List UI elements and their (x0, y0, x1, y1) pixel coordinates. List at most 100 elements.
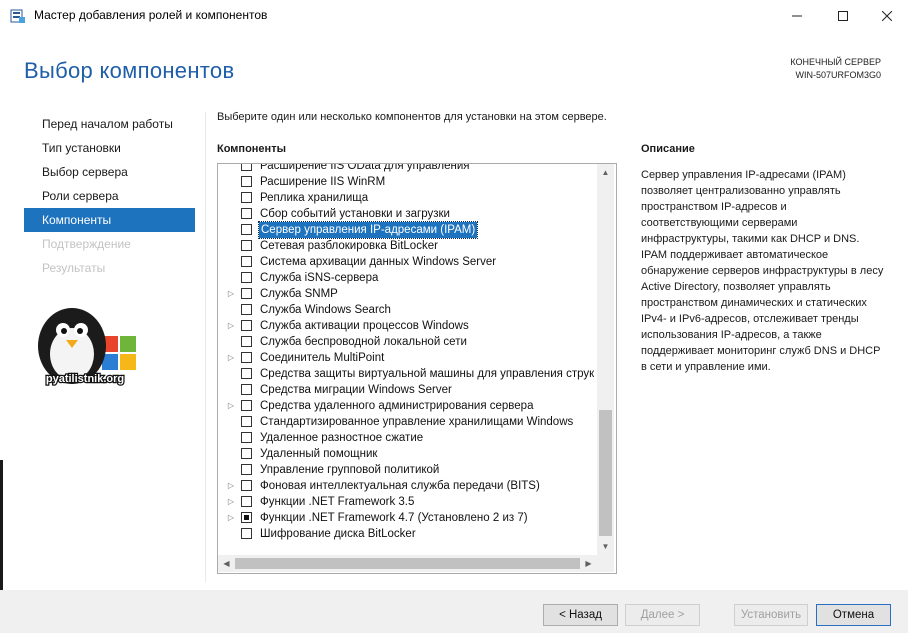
component-row[interactable]: Шифрование диска BitLocker (218, 526, 598, 542)
scroll-up-arrow-icon[interactable]: ▲ (597, 164, 614, 181)
component-row[interactable]: Удаленное разностное сжатие (218, 430, 598, 446)
component-row[interactable]: ▷ Фоновая интеллектуальная служба передач… (218, 478, 598, 494)
component-checkbox[interactable] (241, 320, 252, 331)
component-label[interactable]: Управление групповой политикой (260, 462, 439, 478)
component-label[interactable]: Система архивации данных Windows Server (260, 254, 496, 270)
component-label[interactable]: Сетевая разблокировка BitLocker (260, 238, 438, 254)
component-label[interactable]: Служба SNMP (260, 286, 338, 302)
expand-arrow-icon[interactable]: ▷ (226, 286, 236, 302)
close-button[interactable] (864, 0, 908, 32)
component-row[interactable]: Сбор событий установки и загрузки (218, 206, 598, 222)
component-label[interactable]: Функции .NET Framework 3.5 (260, 494, 414, 510)
nav-item-server-roles[interactable]: Роли сервера (24, 184, 195, 208)
nav-item-installation-type[interactable]: Тип установки (24, 136, 195, 160)
component-checkbox[interactable] (241, 384, 252, 395)
components-tree[interactable]: Расширение IIS OData для управления Расши… (217, 163, 617, 574)
component-row[interactable]: Удаленный помощник (218, 446, 598, 462)
component-checkbox[interactable] (241, 288, 252, 299)
scroll-left-arrow-icon[interactable]: ◀ (218, 555, 235, 572)
component-label[interactable]: Служба Windows Search (260, 302, 391, 318)
component-row[interactable]: Система архивации данных Windows Server (218, 254, 598, 270)
component-checkbox[interactable] (241, 432, 252, 443)
component-row[interactable]: Средства защиты виртуальной машины для у… (218, 366, 598, 382)
component-row[interactable]: Расширение IIS WinRM (218, 174, 598, 190)
component-checkbox[interactable] (241, 352, 252, 363)
component-checkbox[interactable] (241, 256, 252, 267)
component-label[interactable]: Служба iSNS-сервера (260, 270, 378, 286)
component-label[interactable]: Удаленный помощник (260, 446, 377, 462)
component-row[interactable]: ▷ Функции .NET Framework 4.7 (Установлено… (218, 510, 598, 526)
component-checkbox[interactable] (241, 336, 252, 347)
component-label[interactable]: Реплика хранилища (260, 190, 368, 206)
component-row[interactable]: ▷ Соединитель MultiPoint (218, 350, 598, 366)
next-button[interactable]: Далее > (625, 604, 700, 626)
maximize-button[interactable] (820, 0, 866, 32)
component-row[interactable]: ▷ Функции .NET Framework 3.5 (218, 494, 598, 510)
component-label[interactable]: Стандартизированное управление хранилища… (260, 414, 573, 430)
component-checkbox[interactable] (241, 272, 252, 283)
component-checkbox[interactable] (241, 208, 252, 219)
component-row[interactable]: Сетевая разблокировка BitLocker (218, 238, 598, 254)
component-checkbox[interactable] (241, 496, 252, 507)
scroll-right-arrow-icon[interactable]: ▶ (580, 555, 597, 572)
component-row[interactable]: Стандартизированное управление хранилища… (218, 414, 598, 430)
install-button[interactable]: Установить (734, 604, 808, 626)
nav-item-before-you-begin[interactable]: Перед началом работы (24, 112, 195, 136)
component-checkbox[interactable] (241, 512, 252, 523)
component-checkbox[interactable] (241, 416, 252, 427)
nav-item-server-selection[interactable]: Выбор сервера (24, 160, 195, 184)
component-checkbox[interactable] (241, 464, 252, 475)
component-row[interactable]: Сервер управления IP-адресами (IPAM) (218, 221, 598, 239)
component-checkbox[interactable] (241, 480, 252, 491)
component-row[interactable]: ▷ Средства удаленного администрирования с… (218, 398, 598, 414)
vertical-scrollbar[interactable]: ▲ ▼ (597, 164, 614, 555)
component-checkbox[interactable] (241, 400, 252, 411)
component-label[interactable]: Фоновая интеллектуальная служба передачи… (260, 478, 540, 494)
component-row[interactable]: Средства миграции Windows Server (218, 382, 598, 398)
component-label[interactable]: Расширение IIS WinRM (260, 174, 385, 190)
horizontal-scrollbar[interactable]: ◀ ▶ (218, 555, 597, 572)
component-label[interactable]: Служба беспроводной локальной сети (260, 334, 467, 350)
component-checkbox[interactable] (241, 448, 252, 459)
nav-item-features[interactable]: Компоненты (24, 208, 195, 232)
component-label[interactable]: Соединитель MultiPoint (260, 350, 384, 366)
component-label[interactable]: Функции .NET Framework 4.7 (Установлено … (260, 510, 528, 526)
component-label[interactable]: Шифрование диска BitLocker (260, 526, 416, 542)
component-checkbox[interactable] (241, 164, 252, 171)
vertical-scroll-thumb[interactable] (599, 410, 612, 536)
cancel-button[interactable]: Отмена (816, 604, 891, 626)
component-label[interactable]: Удаленное разностное сжатие (260, 430, 423, 446)
component-label[interactable]: Служба активации процессов Windows (260, 318, 469, 334)
back-button[interactable]: < Назад (543, 604, 618, 626)
component-checkbox[interactable] (241, 224, 252, 235)
component-row[interactable]: Управление групповой политикой (218, 462, 598, 478)
minimize-button[interactable] (774, 0, 820, 32)
expand-arrow-icon[interactable]: ▷ (226, 318, 236, 334)
scroll-down-arrow-icon[interactable]: ▼ (597, 538, 614, 555)
component-row[interactable]: Служба iSNS-сервера (218, 270, 598, 286)
component-row[interactable]: Служба беспроводной локальной сети (218, 334, 598, 350)
expand-arrow-icon[interactable]: ▷ (226, 510, 236, 526)
component-row[interactable]: Служба Windows Search (218, 302, 598, 318)
expand-arrow-icon[interactable]: ▷ (226, 398, 236, 414)
component-checkbox[interactable] (241, 176, 252, 187)
component-checkbox[interactable] (241, 240, 252, 251)
component-label[interactable]: Сбор событий установки и загрузки (260, 206, 450, 222)
component-row[interactable]: ▷ Служба SNMP (218, 286, 598, 302)
component-row[interactable]: Реплика хранилища (218, 190, 598, 206)
expand-arrow-icon[interactable]: ▷ (226, 494, 236, 510)
component-checkbox[interactable] (241, 368, 252, 379)
horizontal-scroll-thumb[interactable] (235, 558, 580, 569)
expand-arrow-icon[interactable]: ▷ (226, 350, 236, 366)
component-checkbox[interactable] (241, 192, 252, 203)
component-label[interactable]: Средства миграции Windows Server (260, 382, 452, 398)
component-label[interactable]: Средства удаленного администрирования се… (260, 398, 533, 414)
component-checkbox[interactable] (241, 304, 252, 315)
component-label[interactable]: Сервер управления IP-адресами (IPAM) (257, 221, 479, 239)
component-checkbox[interactable] (241, 528, 252, 539)
component-label[interactable]: Расширение IIS OData для управления (260, 164, 470, 174)
expand-arrow-icon[interactable]: ▷ (226, 478, 236, 494)
component-row[interactable]: Расширение IIS OData для управления (218, 164, 598, 174)
component-label[interactable]: Средства защиты виртуальной машины для у… (260, 366, 594, 382)
component-row[interactable]: ▷ Служба активации процессов Windows (218, 318, 598, 334)
